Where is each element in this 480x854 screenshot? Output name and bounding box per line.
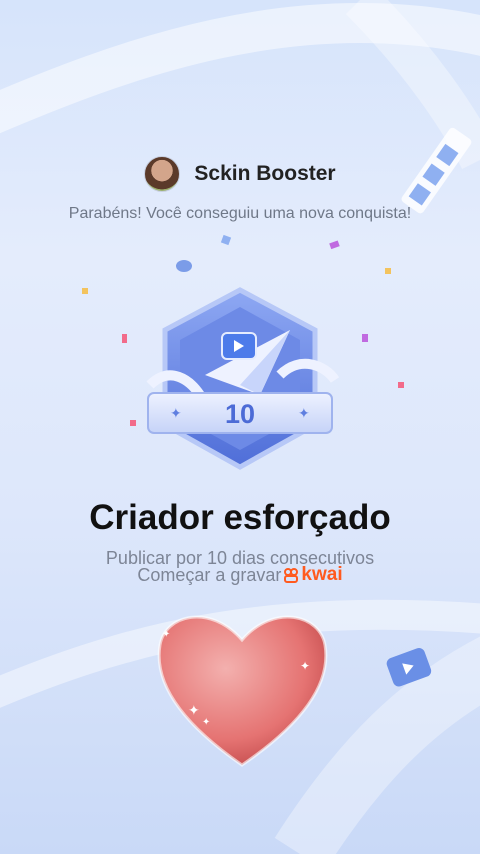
- header: Sckin Booster: [0, 156, 480, 192]
- congrats-message: Parabéns! Você conseguiu uma nova conqui…: [68, 205, 412, 222]
- start-recording-label: Começar a gravar: [137, 564, 282, 585]
- achievement-badge: ✦ ✦ 10: [146, 287, 340, 470]
- username: Sckin Booster: [194, 162, 336, 185]
- avatar[interactable]: [144, 156, 181, 192]
- svg-text:✦: ✦: [162, 629, 170, 640]
- kwai-logo: kwai: [283, 564, 343, 586]
- heart-icon[interactable]: ✦ ✦ ✦ ✦: [150, 605, 335, 770]
- achievement-title: Criador esforçado: [89, 498, 391, 537]
- start-recording-link[interactable]: Começar a gravar kwai: [0, 564, 480, 586]
- svg-text:✦: ✦: [300, 659, 310, 673]
- svg-text:✦: ✦: [170, 406, 182, 422]
- kwai-logo-icon: [284, 568, 299, 583]
- svg-text:✦: ✦: [188, 703, 200, 719]
- svg-text:✦: ✦: [202, 717, 210, 728]
- kwai-brand-text: kwai: [301, 564, 343, 585]
- badge-level: 10: [225, 399, 255, 429]
- svg-text:✦: ✦: [298, 406, 310, 422]
